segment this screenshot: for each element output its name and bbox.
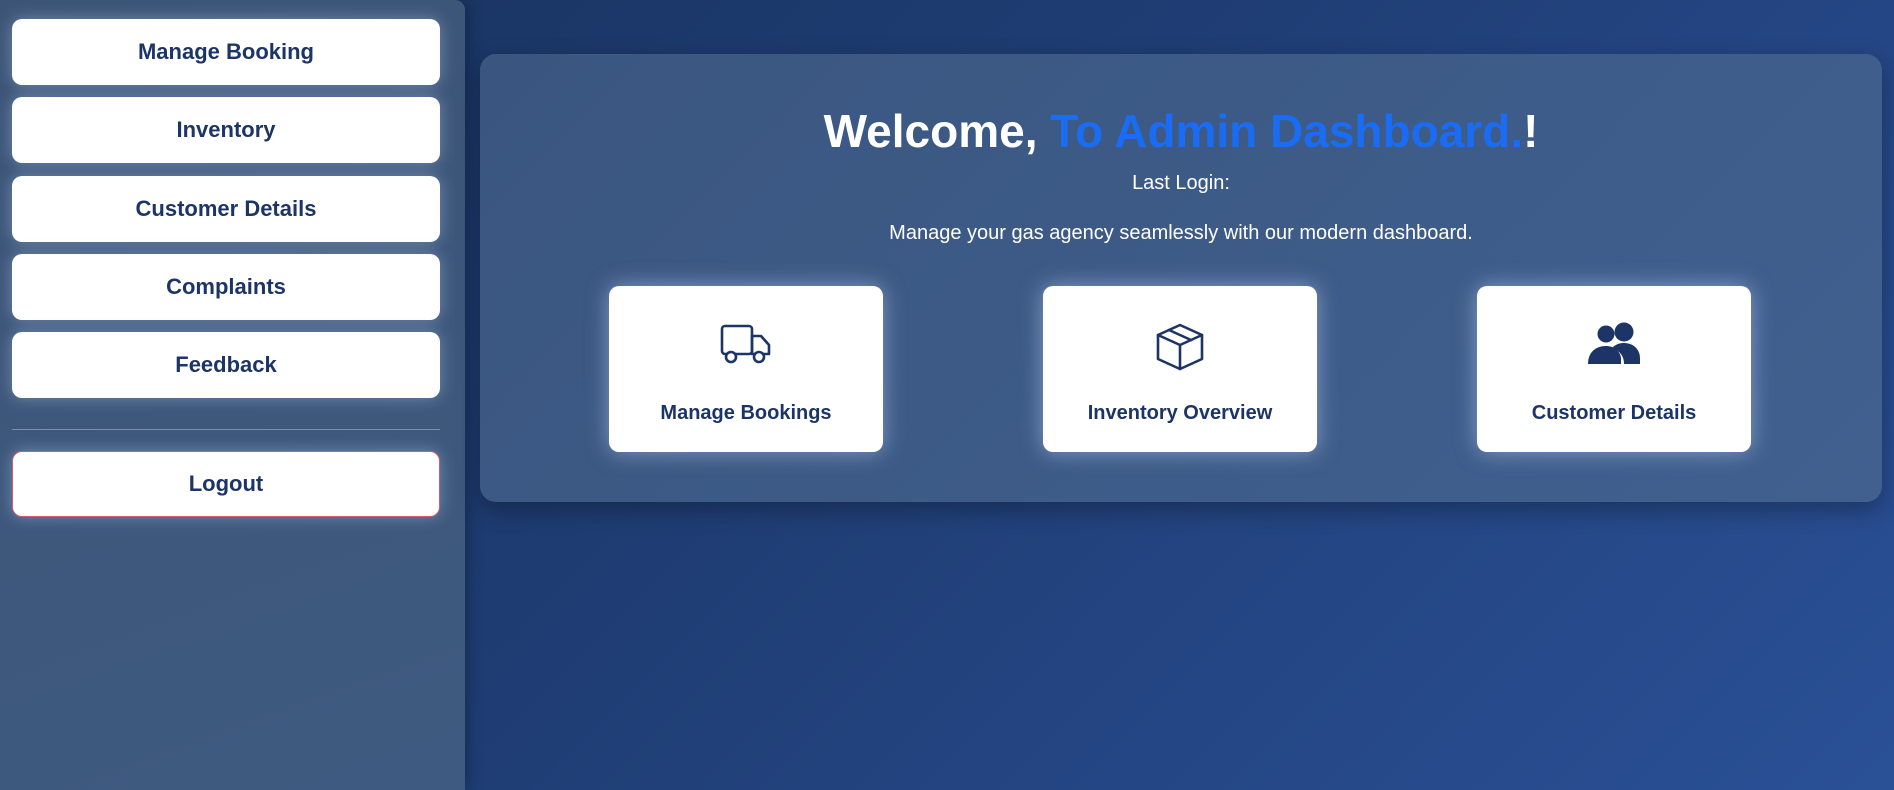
- page-title: Welcome, To Admin Dashboard.!: [480, 104, 1882, 158]
- logout-label: Logout: [188, 471, 264, 496]
- card-manage-bookings[interactable]: Manage Bookings: [609, 286, 883, 452]
- last-login-text: Last Login:: [1132, 172, 1230, 194]
- sidebar-item-label: Manage Booking: [137, 39, 314, 64]
- sidebar-divider: [12, 429, 440, 430]
- sidebar-item-feedback[interactable]: Feedback: [12, 332, 440, 398]
- title-prefix: Welcome,: [823, 105, 1051, 157]
- card-label: Customer Details: [1531, 402, 1697, 424]
- card-label: Manage Bookings: [660, 402, 832, 424]
- card-label: Inventory Overview: [1087, 402, 1273, 424]
- sidebar-item-manage-booking[interactable]: Manage Booking: [12, 19, 440, 85]
- sidebar-item-label: Customer Details: [135, 196, 317, 221]
- sidebar: Manage Booking Inventory Customer Detail…: [0, 0, 465, 790]
- users-icon: [1477, 322, 1751, 372]
- sidebar-item-label: Inventory: [176, 117, 276, 142]
- sidebar-item-label: Complaints: [166, 274, 286, 299]
- sidebar-item-customer-details[interactable]: Customer Details: [12, 176, 440, 242]
- card-customer-details[interactable]: Customer Details: [1477, 286, 1751, 452]
- card-inventory-overview[interactable]: Inventory Overview: [1043, 286, 1317, 452]
- sidebar-item-label: Feedback: [175, 352, 277, 377]
- title-accent: To Admin Dashboard.: [1050, 105, 1524, 157]
- sidebar-item-complaints[interactable]: Complaints: [12, 254, 440, 320]
- welcome-panel: Welcome, To Admin Dashboard.! Last Login…: [480, 54, 1882, 502]
- box-icon: [1043, 322, 1317, 372]
- logout-button[interactable]: Logout: [12, 451, 440, 517]
- truck-icon: [609, 322, 883, 372]
- sidebar-item-inventory[interactable]: Inventory: [12, 97, 440, 163]
- tagline: Manage your gas agency seamlessly with o…: [889, 222, 1473, 244]
- title-suffix: !: [1523, 105, 1539, 157]
